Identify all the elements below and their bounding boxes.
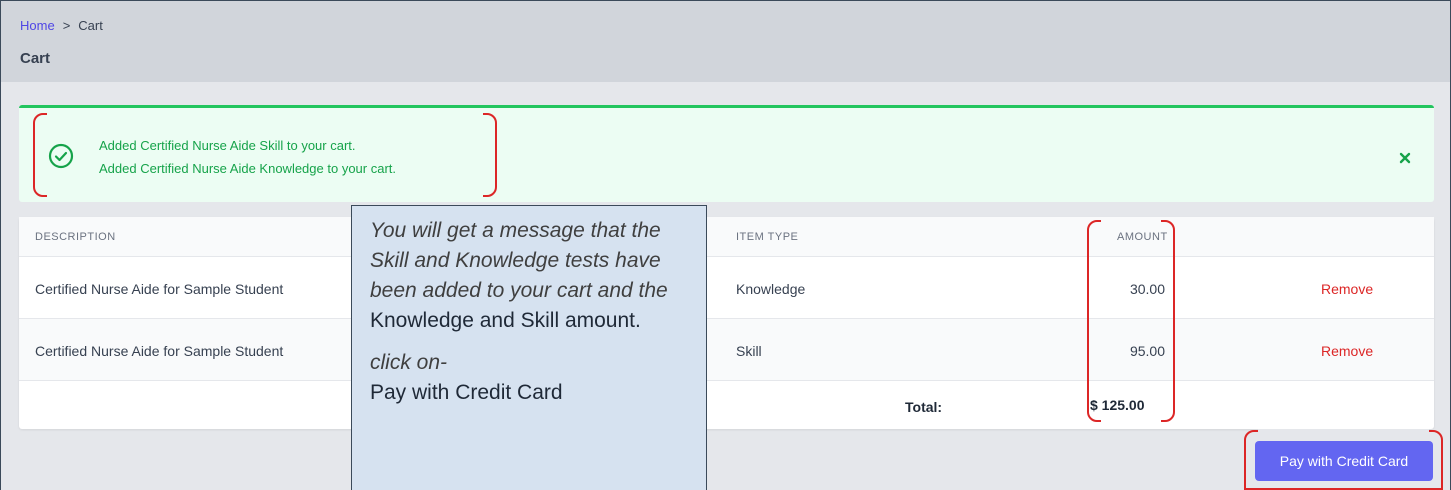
row-description: Certified Nurse Aide for Sample Student <box>35 343 284 359</box>
callout-text-pay: Pay with Credit Card <box>370 381 563 404</box>
page-title: Cart <box>20 50 51 67</box>
instruction-callout: You will get a message that the Skill an… <box>351 205 707 490</box>
remove-link[interactable]: Remove <box>1321 343 1373 359</box>
breadcrumb-current: Cart <box>78 18 103 33</box>
row-amount: 30.00 <box>1129 281 1165 297</box>
page-header: Home > Cart Cart <box>0 0 1451 82</box>
callout-text-amount: Knowledge and Skill amount. <box>370 309 641 332</box>
row-amount: 95.00 <box>1129 343 1165 359</box>
breadcrumb-home-link[interactable]: Home <box>20 18 55 33</box>
cart-table: DESCRIPTION ITEM TYPE AMOUNT Certified N… <box>19 217 1434 429</box>
column-header-description: DESCRIPTION <box>35 231 116 243</box>
column-header-amount: AMOUNT <box>1117 231 1168 243</box>
check-circle-icon <box>48 143 74 169</box>
table-row: Certified Nurse Aide for Sample Student … <box>19 257 1434 319</box>
row-description: Certified Nurse Aide for Sample Student <box>35 281 284 297</box>
column-header-item-type: ITEM TYPE <box>736 231 799 243</box>
breadcrumb-separator: > <box>62 18 71 33</box>
alert-message-knowledge: Added Certified Nurse Aide Knowledge to … <box>99 161 397 176</box>
row-item-type: Knowledge <box>736 281 806 297</box>
pay-with-credit-card-button[interactable]: Pay with Credit Card <box>1255 441 1433 481</box>
table-header: DESCRIPTION ITEM TYPE AMOUNT <box>19 217 1434 257</box>
total-value: $ 125.00 <box>1090 397 1145 413</box>
remove-link[interactable]: Remove <box>1321 281 1373 297</box>
total-label: Total: <box>905 399 943 415</box>
row-item-type: Skill <box>736 343 762 359</box>
success-alert: Added Certified Nurse Aide Skill to your… <box>19 105 1434 202</box>
close-icon[interactable] <box>1398 151 1412 165</box>
total-row: Total: $ 125.00 <box>19 381 1434 429</box>
callout-text-message: You will get a message that the Skill an… <box>370 219 668 302</box>
breadcrumb: Home > Cart <box>20 18 103 33</box>
callout-text-click: click on- <box>370 351 448 374</box>
table-row: Certified Nurse Aide for Sample Student … <box>19 319 1434 381</box>
alert-message-skill: Added Certified Nurse Aide Skill to your… <box>99 138 356 153</box>
